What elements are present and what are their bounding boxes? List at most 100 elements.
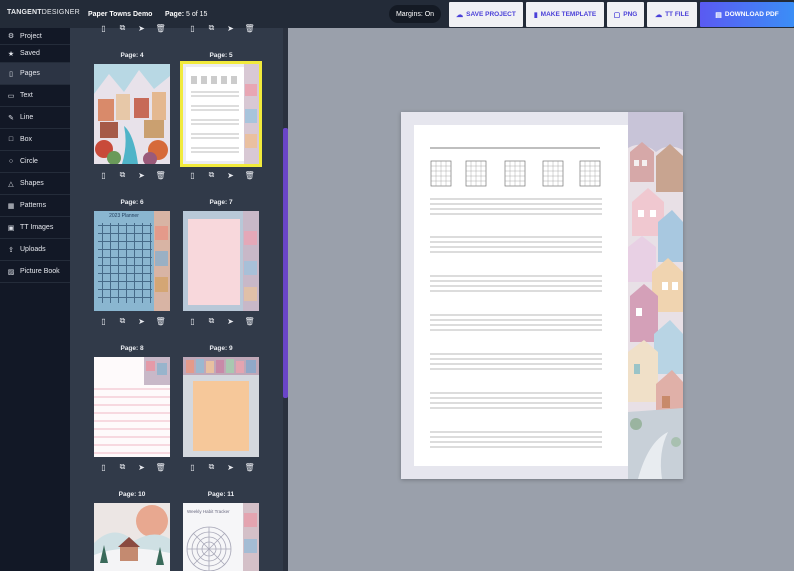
send-icon[interactable]: ➤	[226, 171, 236, 180]
duplicate-icon[interactable]: ⧉	[207, 170, 217, 180]
decorative-houses-strip	[628, 112, 683, 479]
send-icon[interactable]: ➤	[137, 24, 147, 33]
page-label: Page: 6	[120, 199, 144, 206]
trash-icon[interactable]: 🗑	[245, 317, 255, 326]
trash-icon[interactable]: 🗑	[156, 317, 166, 326]
text-icon: ▭	[7, 92, 15, 100]
sidebar-item-box[interactable]: □ Box	[0, 129, 70, 151]
page-thumbnail-8[interactable]	[94, 357, 170, 457]
page-icon[interactable]: ▯	[99, 317, 109, 326]
page-thumbnail-9[interactable]	[183, 357, 259, 457]
page-icon[interactable]: ▯	[188, 171, 198, 180]
star-icon: ★	[7, 50, 15, 58]
cloud-download-icon: ☁	[655, 11, 663, 19]
page-thumbnail-7[interactable]	[183, 211, 259, 311]
page-icon[interactable]: ▯	[188, 317, 198, 326]
duplicate-icon[interactable]: ⧉	[118, 316, 128, 326]
picture-icon: ▨	[7, 268, 15, 276]
grid-lines-preview	[186, 64, 259, 164]
orange-grid-preview	[183, 357, 259, 457]
pink-grid-preview	[183, 211, 259, 311]
bookmark-icon: ▮	[533, 11, 538, 19]
page-thumbnail-4[interactable]	[94, 64, 170, 164]
page-thumbnail-5[interactable]	[180, 61, 262, 167]
duplicate-icon[interactable]: ⧉	[207, 462, 217, 472]
habit-tracker-title: Weekly Habit Tracker	[187, 509, 230, 514]
page-icon[interactable]: ▯	[99, 171, 109, 180]
duplicate-icon[interactable]: ⧉	[118, 462, 128, 472]
pencil-icon: ✎	[8, 114, 14, 122]
page-thumbnail-10[interactable]	[94, 503, 170, 571]
page-icon[interactable]: ▯	[188, 24, 198, 33]
tt-file-button[interactable]: ☁ TT FILE	[647, 2, 697, 27]
trash-icon[interactable]: 🗑	[156, 24, 166, 33]
make-template-button[interactable]: ▮ MAKE TEMPLATE	[526, 2, 604, 27]
page-tools-row: ▯ ⧉ ➤ 🗑	[94, 23, 170, 33]
page-label: Page: 4	[120, 52, 144, 59]
page-tools-row: ▯ ⧉ ➤ 🗑	[94, 170, 170, 180]
margins-toggle[interactable]: Margins: On	[389, 5, 441, 23]
page-thumbnail-11[interactable]: Weekly Habit Tracker	[183, 503, 259, 571]
sidebar-item-picture-book[interactable]: ▨ Picture Book	[0, 261, 70, 283]
sidebar-item-text[interactable]: ▭ Text	[0, 85, 70, 107]
page-label: Page: 9	[209, 345, 233, 352]
page-lines-layout	[430, 147, 602, 448]
page-tools-row: ▯ ⧉ ➤ 🗑	[183, 170, 259, 180]
send-icon[interactable]: ➤	[226, 24, 236, 33]
trash-icon[interactable]: 🗑	[245, 171, 255, 180]
trash-icon[interactable]: 🗑	[156, 463, 166, 472]
gears-icon: ⚙	[7, 33, 15, 40]
page-label: Page: 7	[209, 199, 233, 206]
send-icon[interactable]: ➤	[226, 463, 236, 472]
sidebar-item-line[interactable]: ✎ Line	[0, 107, 70, 129]
sidebar-item-project[interactable]: ⚙ Project	[0, 28, 70, 45]
project-name: Paper Towns Demo	[88, 11, 153, 18]
images-icon: ▣	[7, 224, 15, 232]
save-project-button[interactable]: ☁ SAVE PROJECT	[449, 2, 523, 27]
sidebar-item-patterns[interactable]: ▦ Patterns	[0, 195, 70, 217]
send-icon[interactable]: ➤	[226, 317, 236, 326]
send-icon[interactable]: ➤	[137, 317, 147, 326]
page-label: Page: 5	[209, 52, 233, 59]
send-icon[interactable]: ➤	[137, 463, 147, 472]
upload-icon: ⇪	[8, 246, 14, 254]
duplicate-icon[interactable]: ⧉	[118, 23, 128, 33]
png-button[interactable]: ▢ PNG	[607, 2, 644, 27]
pattern-icon: ▦	[7, 202, 15, 210]
download-pdf-button[interactable]: ▤ DOWNLOAD PDF	[700, 2, 794, 27]
brand-logo: TANGENTDESIGNER	[7, 9, 80, 16]
trash-icon[interactable]: 🗑	[245, 463, 255, 472]
page-tools-row: ▯ ⧉ ➤ 🗑	[94, 462, 170, 472]
sidebar-item-saved[interactable]: ★ Saved	[0, 45, 70, 63]
page-label: Page: 8	[120, 345, 144, 352]
sidebar-item-shapes[interactable]: △ Shapes	[0, 173, 70, 195]
planner-preview	[94, 211, 170, 311]
duplicate-icon[interactable]: ⧉	[118, 170, 128, 180]
sidebar-item-uploads[interactable]: ⇪ Uploads	[0, 239, 70, 261]
trash-icon[interactable]: 🗑	[245, 24, 255, 33]
page-tools-row: ▯ ⧉ ➤ 🗑	[183, 316, 259, 326]
writing-lines	[430, 198, 602, 448]
pink-lines-preview	[94, 357, 170, 457]
sidebar-item-pages[interactable]: ▯ Pages	[0, 63, 70, 85]
planner-title: 2023 Planner	[109, 213, 139, 219]
page-indicator: Page: 5 of 15	[165, 11, 208, 18]
winter-illustration	[94, 503, 170, 571]
page-tools-row: ▯ ⧉ ➤ 🗑	[94, 316, 170, 326]
triangle-icon: △	[8, 180, 14, 188]
sidebar-item-circle[interactable]: ○ Circle	[0, 151, 70, 173]
duplicate-icon[interactable]: ⧉	[207, 316, 217, 326]
town-illustration	[94, 64, 170, 164]
trash-icon[interactable]: 🗑	[156, 171, 166, 180]
page-content-area[interactable]	[414, 125, 628, 466]
page-thumbnail-6[interactable]: 2023 Planner	[94, 211, 170, 311]
send-icon[interactable]: ➤	[137, 171, 147, 180]
page-icon[interactable]: ▯	[99, 463, 109, 472]
page-icon[interactable]: ▯	[188, 463, 198, 472]
page-icon[interactable]: ▯	[99, 24, 109, 33]
sidebar-item-tt-images[interactable]: ▣ TT Images	[0, 217, 70, 239]
duplicate-icon[interactable]: ⧉	[207, 23, 217, 33]
page-label: Page: 11	[207, 491, 235, 498]
pdf-file-icon: ▤	[715, 11, 722, 19]
small-grid-boxes	[430, 160, 601, 187]
